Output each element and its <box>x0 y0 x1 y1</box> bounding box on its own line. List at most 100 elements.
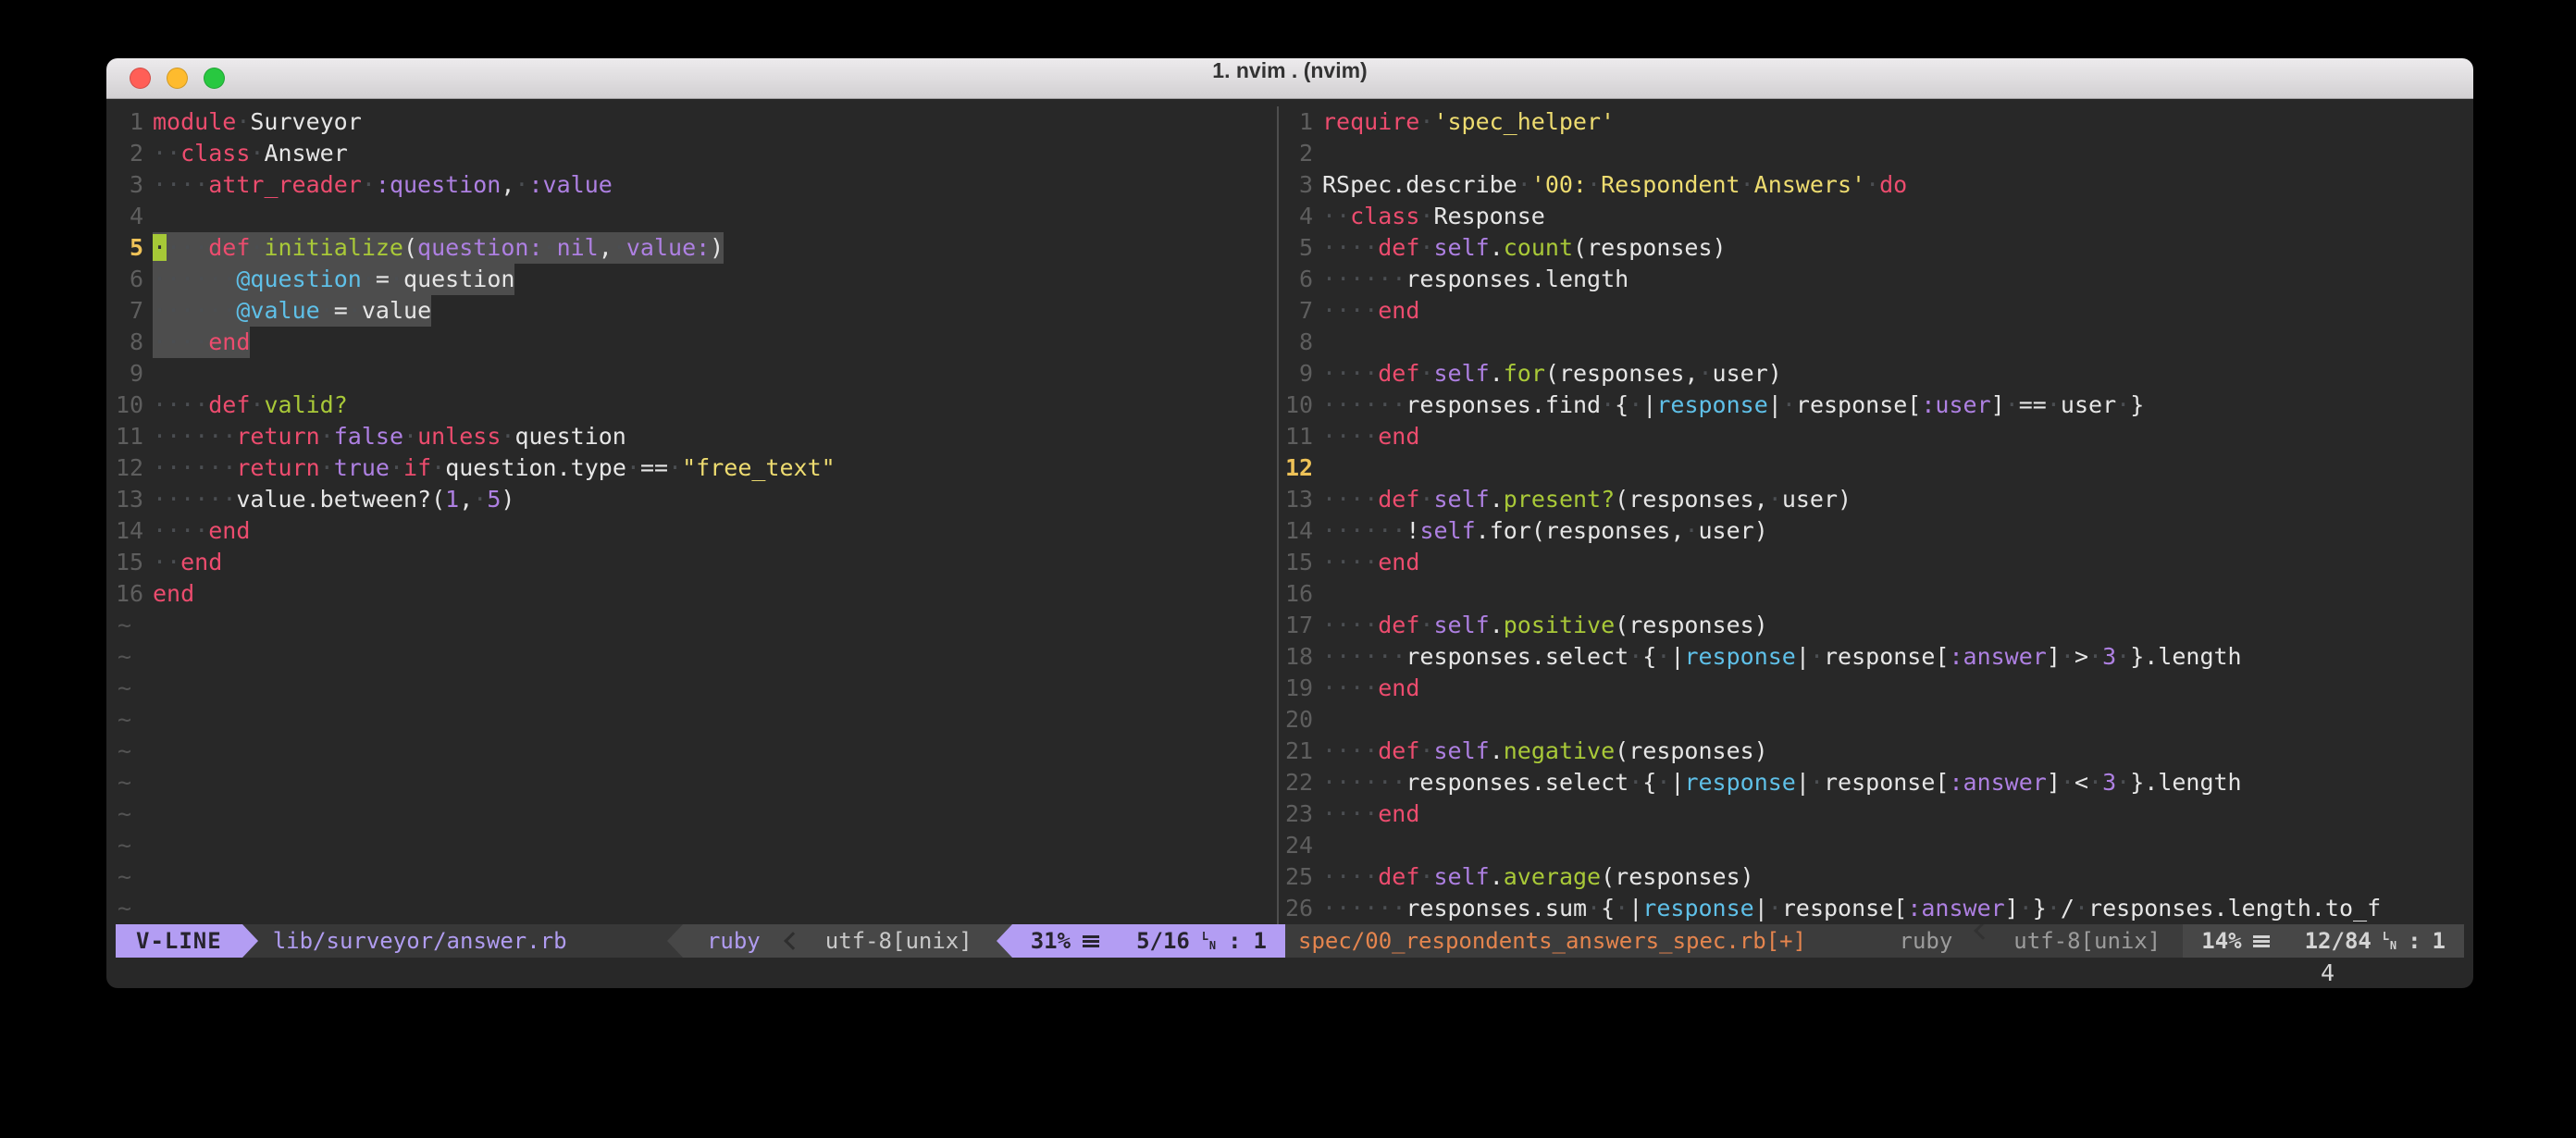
whitespace-dot: · <box>180 234 194 261</box>
code-line[interactable]: 15··end <box>116 547 1272 578</box>
line-text: ····end <box>1322 673 1419 704</box>
whitespace-dot: · <box>1782 391 1796 418</box>
whitespace-dot: · <box>1810 769 1824 796</box>
whitespace-dot: · <box>222 266 236 292</box>
code-token: unless <box>417 423 501 450</box>
code-token: return <box>236 423 319 450</box>
code-token: ···· <box>1322 863 1378 890</box>
code-line[interactable]: 7······@value·=·value <box>116 295 1272 327</box>
code-line[interactable]: 13······value.between?(1,·5) <box>116 484 1272 515</box>
whitespace-dot: · <box>1322 863 1336 890</box>
code-line[interactable]: 4 <box>116 201 1272 232</box>
code-line[interactable]: 26······responses.sum·{·|response|·respo… <box>1285 893 2464 924</box>
code-token: |·response[ <box>1768 391 1922 418</box>
code-token: |·response[ <box>1796 769 1950 796</box>
code-line[interactable]: 19····end <box>1285 673 2464 704</box>
code-line[interactable]: 11····end <box>1285 421 2464 452</box>
code-token: · <box>320 454 334 481</box>
code-line[interactable]: 8····end <box>116 327 1272 358</box>
line-number: 8 <box>1285 327 1313 358</box>
tilde-marker: ~ <box>116 610 131 641</box>
code-line[interactable]: 5····def·initialize(question:·nil,·value… <box>116 232 1272 264</box>
command-line[interactable]: 4 <box>116 958 2464 988</box>
empty-line: ~ <box>116 798 1272 830</box>
whitespace-dot: · <box>153 266 167 292</box>
whitespace-dot: · <box>1364 800 1378 827</box>
code-token: ···· <box>153 171 208 198</box>
code-line[interactable]: 6······@question·=·question <box>116 264 1272 295</box>
line-number: 9 <box>1285 358 1313 390</box>
line-number: 5 <box>116 232 143 264</box>
code-token: ···· <box>153 328 208 355</box>
code-line[interactable]: 2··class·Answer <box>116 138 1272 169</box>
code-token: ···· <box>153 391 208 418</box>
whitespace-dot: · <box>320 297 334 324</box>
code-line[interactable]: 12······return·true·if·question.type·==·… <box>116 452 1272 484</box>
code-line[interactable]: 7····end <box>1285 295 2464 327</box>
code-line[interactable]: 23····end <box>1285 798 2464 830</box>
titlebar[interactable]: 1. nvim . (nvim) <box>106 58 2473 99</box>
cursor-position-indicator: 31% 5/16 LN : 1 <box>1012 924 1285 958</box>
code-line[interactable]: 1module·Surveyor <box>116 106 1272 138</box>
code-line[interactable]: 11······return·false·unless·question <box>116 421 1272 452</box>
editor-pane-left[interactable]: 1module·Surveyor2··class·Answer3····attr… <box>116 106 1272 924</box>
code-line[interactable]: 10····def·valid? <box>116 390 1272 421</box>
code-token: · <box>1419 612 1433 638</box>
empty-line: ~ <box>116 610 1272 641</box>
code-line[interactable]: 13····def·self.present?(responses,·user) <box>1285 484 2464 515</box>
line-text: ····attr_reader·:question,·:value <box>153 169 613 201</box>
code-line[interactable]: 20 <box>1285 704 2464 736</box>
code-line[interactable]: 14······!self.for(responses,·user) <box>1285 515 2464 547</box>
code-token: ,· <box>459 486 487 513</box>
whitespace-dot: · <box>1364 674 1378 701</box>
line-number: 8 <box>116 327 143 358</box>
whitespace-dot: · <box>167 171 180 198</box>
whitespace-dot: · <box>2061 643 2074 670</box>
code-token: negative <box>1504 737 1615 764</box>
code-line[interactable]: 17····def·self.positive(responses) <box>1285 610 2464 641</box>
code-line[interactable]: 14····end <box>116 515 1272 547</box>
whitespace-dot: · <box>1419 203 1433 229</box>
code-line[interactable]: 16 <box>1285 578 2464 610</box>
code-token: . <box>1490 863 1504 890</box>
line-text: ····def·self.average(responses) <box>1322 861 1754 893</box>
code-line[interactable]: 25····def·self.average(responses) <box>1285 861 2464 893</box>
whitespace-dot: · <box>180 486 194 513</box>
code-token: def <box>1378 863 1419 890</box>
code-line[interactable]: 6······responses.length <box>1285 264 2464 295</box>
code-line[interactable]: 10······responses.find·{·|response|·resp… <box>1285 390 2464 421</box>
statusline-inactive: spec/00_respondents_answers_spec.rb[+] r… <box>1285 924 2464 958</box>
whitespace-dot: · <box>1364 612 1378 638</box>
code-line[interactable]: 15····end <box>1285 547 2464 578</box>
code-line[interactable]: 9 <box>116 358 1272 390</box>
line-text: ······responses.length <box>1322 264 1629 295</box>
whitespace-dot: · <box>250 234 264 261</box>
whitespace-dot: · <box>1350 391 1364 418</box>
whitespace-dot: · <box>167 517 180 544</box>
code-line[interactable]: 3RSpec.describe·'00:·Respondent·Answers'… <box>1285 169 2464 201</box>
whitespace-dot: · <box>1698 360 1712 387</box>
editor-pane-right[interactable]: 1require·'spec_helper'23RSpec.describe·'… <box>1285 106 2464 924</box>
code-line[interactable]: 24 <box>1285 830 2464 861</box>
code-line[interactable]: 3····attr_reader·:question,·:value <box>116 169 1272 201</box>
code-line[interactable]: 18······responses.select·{·|response|·re… <box>1285 641 2464 673</box>
code-line[interactable]: 5····def·self.count(responses) <box>1285 232 2464 264</box>
code-line[interactable]: 16end <box>116 578 1272 610</box>
code-line[interactable]: 22······responses.select·{·|response|·re… <box>1285 767 2464 798</box>
whitespace-dot: · <box>2047 391 2061 418</box>
code-line[interactable]: 4··class·Response <box>1285 201 2464 232</box>
code-line[interactable]: 1require·'spec_helper' <box>1285 106 2464 138</box>
code-line[interactable]: 8 <box>1285 327 2464 358</box>
whitespace-dot: · <box>1336 423 1350 450</box>
window-separator[interactable] <box>1272 106 1285 924</box>
code-line[interactable]: 2 <box>1285 138 2464 169</box>
line-text: ··end <box>153 547 222 578</box>
code-token: :answer <box>1907 895 2004 922</box>
whitespace-dot: · <box>194 517 208 544</box>
code-line[interactable]: 21····def·self.negative(responses) <box>1285 736 2464 767</box>
whitespace-dot: · <box>1629 391 1642 418</box>
code-line[interactable]: 12 <box>1285 452 2464 484</box>
line-number-icon <box>1083 935 1099 947</box>
code-token: (responses) <box>1615 737 1768 764</box>
code-line[interactable]: 9····def·self.for(responses,·user) <box>1285 358 2464 390</box>
